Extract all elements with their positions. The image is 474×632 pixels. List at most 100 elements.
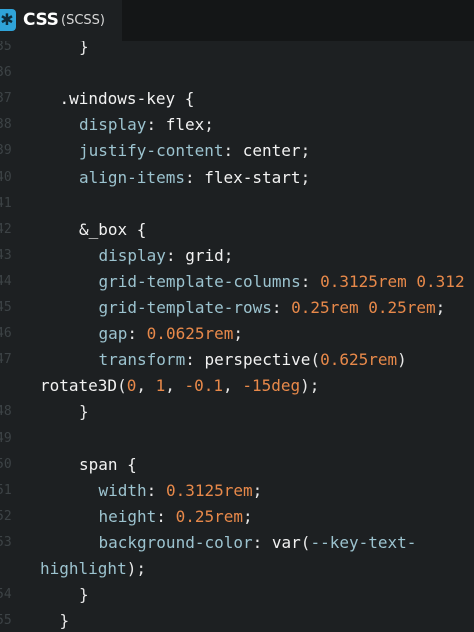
- code-text: align-items: flex-start;: [79, 165, 310, 191]
- code-token-var: highlight: [40, 559, 127, 578]
- line-number: 35: [0, 41, 12, 54]
- code-token-num: 1: [155, 376, 166, 396]
- code-text: grid-template-rows: 0.25rem 0.25rem;: [99, 295, 446, 321]
- code-token-prop: grid-template-columns: [98, 271, 301, 291]
- code-token-num: 0.312: [416, 271, 465, 291]
- code-token-sel: &_box {: [79, 219, 147, 239]
- code-token-punc: ,: [136, 376, 156, 396]
- line-number: 44: [0, 273, 12, 289]
- code-token-punc: );: [300, 376, 320, 396]
- code-token-prop: align-items: [79, 167, 185, 187]
- code-token-punc: ;: [204, 115, 214, 135]
- editor-tab-bar: ✱ CSS (SCSS): [0, 0, 474, 41]
- code-token-val: rotate3D: [40, 376, 118, 396]
- code-line-wrapped: rotate3D(0, 1, -0.1, -15deg);: [0, 373, 474, 399]
- code-token-num: 0.625rem: [320, 350, 398, 370]
- code-token-punc: ;: [243, 506, 253, 526]
- code-token-num: 0.25rem: [175, 506, 243, 526]
- code-token-punc: :: [223, 141, 243, 161]
- code-token-punc: :: [156, 506, 176, 526]
- code-line: 44 grid-template-columns: 0.3125rem 0.312: [0, 269, 474, 295]
- code-token-punc: ,: [165, 376, 185, 396]
- line-number: 49: [0, 430, 12, 446]
- line-number: 45: [0, 300, 12, 315]
- code-token-punc: ): [397, 350, 407, 370]
- code-token-punc: ,: [223, 376, 243, 396]
- line-number: 37: [0, 91, 12, 107]
- code-token-num: 0.3125rem: [165, 480, 253, 500]
- code-token-punc: :: [127, 324, 147, 344]
- code-token-var: --key-text-: [310, 532, 417, 552]
- code-line: 40 align-items: flex-start;: [0, 165, 474, 191]
- code-text: width: 0.3125rem;: [99, 478, 263, 504]
- code-line: 39 justify-content: center;: [0, 138, 474, 164]
- tab-title: CSS: [23, 10, 59, 30]
- code-token-punc: :: [165, 245, 186, 265]
- code-token-val: grid: [185, 245, 224, 265]
- line-number: 52: [0, 508, 12, 524]
- code-line: 50 span {: [0, 452, 474, 478]
- code-text: }: [79, 582, 89, 608]
- code-token-punc: :: [185, 350, 205, 370]
- code-text: }: [60, 608, 70, 632]
- tab-css-scss[interactable]: ✱ CSS (SCSS): [0, 0, 122, 41]
- code-text: }: [79, 41, 89, 60]
- code-token-punc: }: [79, 41, 89, 56]
- code-text: &_box {: [79, 217, 146, 243]
- code-text: display: grid;: [99, 243, 234, 269]
- code-token-punc: (: [300, 532, 311, 552]
- code-line: 38 display: flex;: [0, 112, 474, 138]
- code-token-val: var: [271, 532, 301, 552]
- code-token-prop: justify-content: [79, 141, 224, 161]
- line-number: 38: [0, 117, 12, 133]
- code-token-punc: ;: [435, 298, 446, 317]
- code-line: 49: [0, 426, 474, 452]
- code-token-punc: :: [146, 115, 166, 135]
- code-token-punc: [359, 298, 369, 317]
- code-token-num: 0.25rem: [291, 298, 359, 317]
- code-text: span {: [79, 452, 137, 478]
- line-number: 55: [0, 613, 12, 629]
- code-line: 43 display: grid;: [0, 243, 474, 269]
- code-line: 42 &_box {: [0, 217, 474, 243]
- code-token-num: 0: [126, 376, 137, 396]
- code-token-prop: transform: [98, 350, 186, 370]
- code-token-prop: background-color: [98, 532, 253, 552]
- line-number: 36: [0, 65, 12, 81]
- line-number: 40: [0, 169, 12, 185]
- code-line: 53 background-color: var(--key-text-: [0, 530, 474, 556]
- code-token-num: 0.0625rem: [146, 324, 234, 344]
- code-token-punc: ;: [252, 480, 263, 500]
- code-token-punc: :: [146, 480, 166, 500]
- line-number: 41: [0, 195, 12, 211]
- code-token-punc: ;: [300, 167, 311, 187]
- code-token-prop: grid-template-rows: [98, 298, 272, 317]
- code-token-prop: display: [98, 245, 166, 265]
- line-number: 50: [0, 456, 12, 472]
- code-editor[interactable]: 35} 36 37 .windows-key { 38 display: flex; 39 j…: [0, 41, 474, 632]
- code-token-punc: ;: [223, 245, 234, 265]
- code-line: 52 height: 0.25rem;: [0, 504, 474, 530]
- code-line: 55}: [0, 608, 474, 632]
- code-token-num: 0.3125rem: [320, 271, 407, 291]
- line-number: 48: [0, 404, 12, 420]
- code-token-sel: span {: [79, 454, 137, 474]
- code-token-num: -0.1: [184, 376, 224, 396]
- code-text: .windows-key {: [60, 86, 195, 112]
- code-text: justify-content: center;: [79, 138, 310, 164]
- code-token-punc: }: [59, 611, 70, 631]
- code-line: 36: [0, 60, 474, 86]
- line-number: 51: [0, 482, 12, 498]
- code-token-punc: (: [117, 376, 127, 396]
- code-token-punc: [407, 272, 417, 291]
- line-number: 42: [0, 221, 12, 237]
- code-text: transform: perspective(0.625rem): [99, 347, 407, 373]
- code-token-prop: height: [98, 506, 157, 526]
- code-token-num: 0.25rem: [368, 298, 436, 317]
- code-line: 35}: [0, 41, 474, 60]
- code-text: gap: 0.0625rem;: [99, 321, 244, 347]
- code-token-punc: :: [184, 167, 205, 187]
- code-line: 37 .windows-key {: [0, 86, 474, 112]
- code-text: display: flex;: [79, 112, 214, 138]
- code-token-punc: );: [126, 559, 146, 578]
